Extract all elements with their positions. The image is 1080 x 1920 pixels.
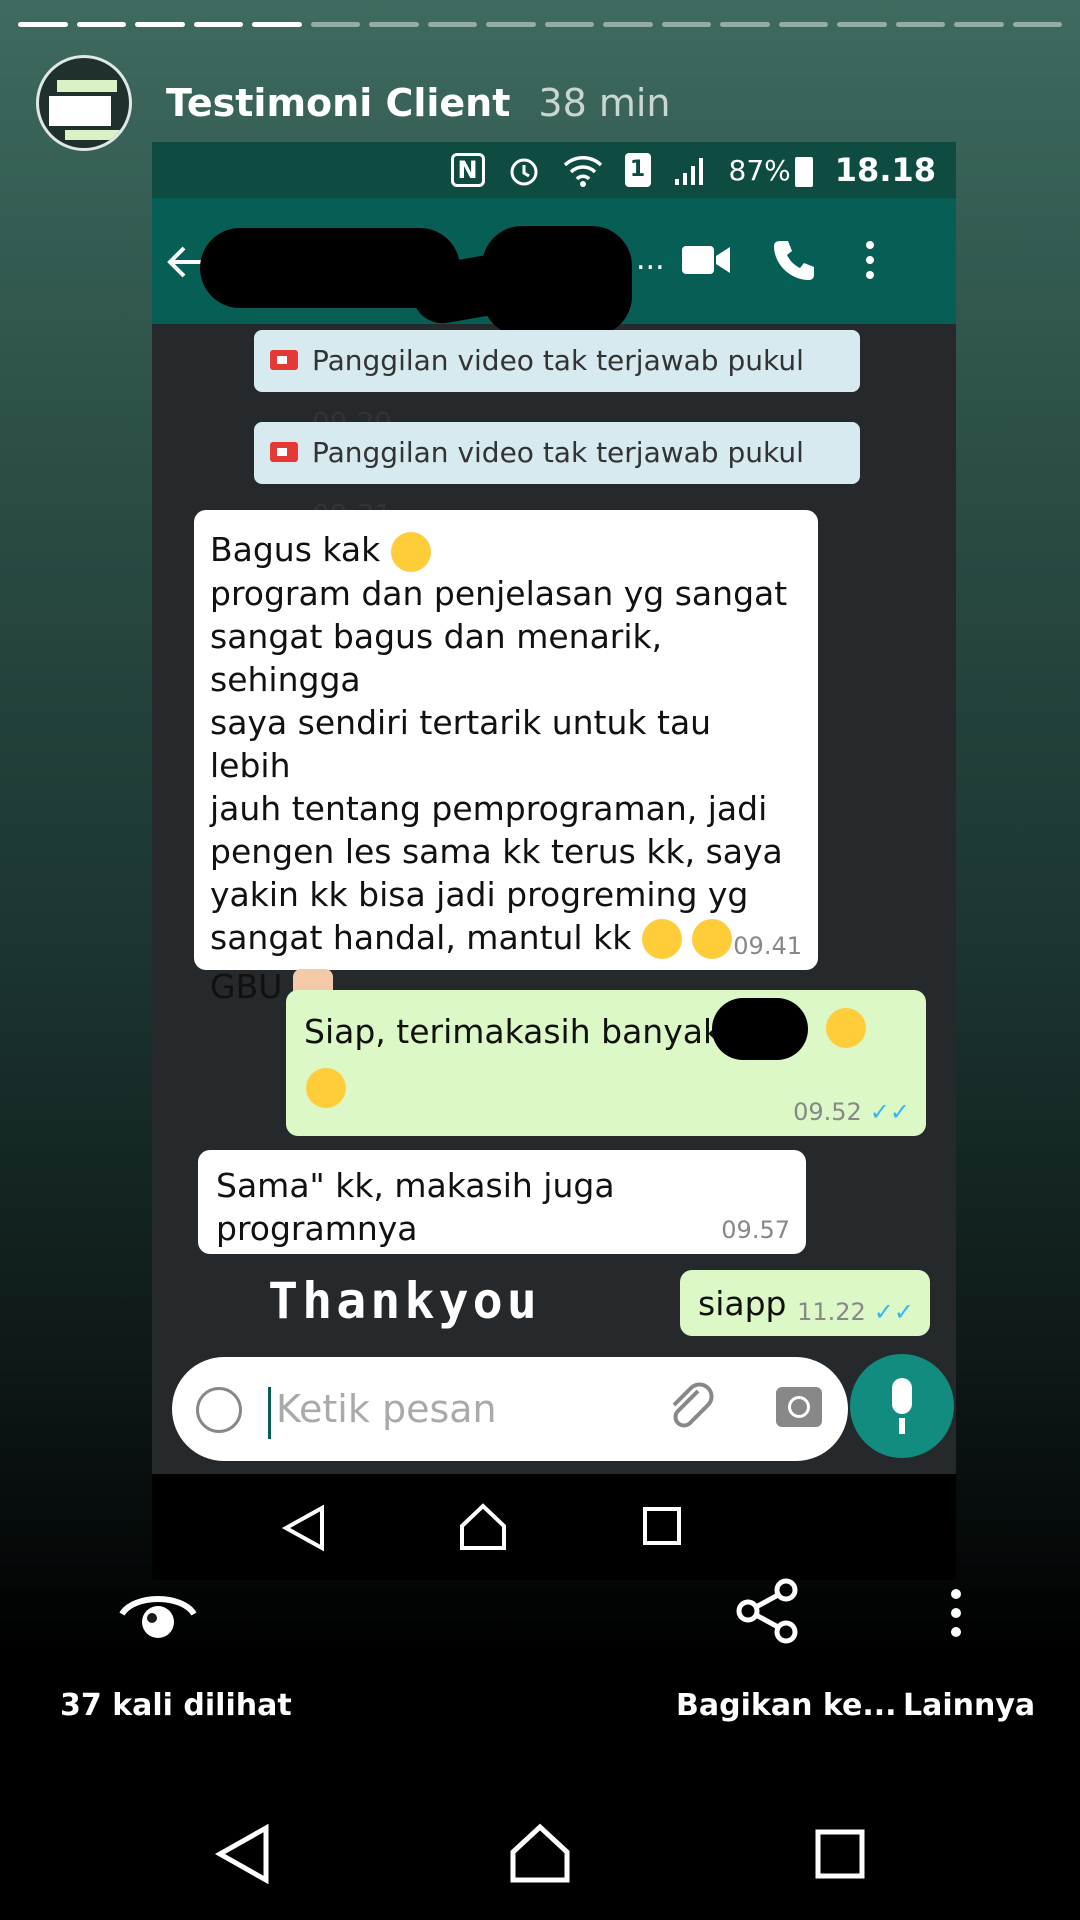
name-ellipsis: ... — [636, 242, 665, 277]
redacted-name — [712, 998, 808, 1060]
thumbs-up-emoji-icon — [390, 531, 431, 572]
progress-segment — [135, 22, 185, 27]
missed-video-call-notice: Panggilan video tak terjawab pukul 09.29 — [254, 330, 860, 439]
message-line: Sama" kk, makasih juga programnya — [216, 1166, 615, 1248]
nav-home-icon[interactable] — [508, 1822, 572, 1884]
progress-segment — [720, 22, 770, 27]
chat-app-bar: ... — [152, 198, 956, 336]
battery-icon — [794, 156, 813, 187]
nav-recents-icon[interactable] — [814, 1828, 866, 1880]
message-time: 09.41 — [733, 932, 802, 960]
message-line: sangat handal, mantul kk — [210, 916, 802, 959]
progress-segment — [310, 22, 360, 27]
smiling-emoji-icon — [306, 1068, 346, 1108]
screenshot-nav-bar — [152, 1474, 956, 1580]
read-ticks-icon: ✓✓ — [869, 1098, 910, 1126]
microphone-button[interactable] — [850, 1354, 954, 1458]
outgoing-message: siapp 11.22 ✓✓ — [680, 1270, 930, 1336]
share-button[interactable]: Bagikan ke... — [676, 1688, 897, 1723]
message-line: program dan penjelasan yg sangat — [210, 573, 788, 613]
incoming-message: Bagus kak program dan penjelasan yg sang… — [194, 510, 818, 1009]
outgoing-message: Siap, terimakasih banyak 09.52 ✓✓ — [286, 990, 926, 1136]
missed-video-call-notice: Panggilan video tak terjawab pukul 09.31 — [254, 422, 860, 531]
clock: 18.18 — [834, 151, 936, 189]
text-caret — [268, 1387, 271, 1439]
phone-status-bar: N 1 87% 18.18 — [152, 142, 956, 198]
progress-segment — [954, 22, 1004, 27]
nfc-icon: N — [450, 153, 485, 187]
progress-segment — [895, 22, 945, 27]
battery-indicator: 87% — [729, 154, 813, 187]
more-options-icon[interactable] — [950, 1588, 962, 1638]
progress-segment — [76, 22, 126, 27]
message-line: pengen les sama kk terus kk, saya — [210, 831, 783, 871]
message-line: Bagus kak — [210, 528, 802, 572]
avatar[interactable] — [36, 55, 132, 151]
progress-segment — [544, 22, 594, 27]
views-eye-icon[interactable] — [118, 1586, 198, 1642]
story-overlay-text: Thankyou — [268, 1272, 541, 1330]
message-line: saya sendiri tertarik untuk tau lebih — [210, 702, 712, 785]
smiling-halo-emoji-icon — [692, 919, 733, 959]
message-time: 09.57 — [721, 1216, 790, 1244]
message-time: 09.52 ✓✓ — [793, 1098, 910, 1126]
progress-segment — [778, 22, 828, 27]
back-triangle-icon — [282, 1504, 324, 1552]
attach-icon[interactable] — [666, 1381, 714, 1433]
chat-screenshot: N 1 87% 18.18 ... Panggilan video tak te… — [152, 142, 956, 1580]
story-title: Testimoni Client — [166, 81, 511, 125]
alarm-icon — [510, 158, 538, 186]
home-icon — [460, 1503, 506, 1550]
battery-percent: 87% — [728, 153, 791, 187]
progress-segment — [427, 22, 477, 27]
message-input-bar: Ketik pesan — [172, 1357, 848, 1461]
message-line: sangat bagus dan menarik, sehingga — [210, 616, 663, 699]
progress-segment — [193, 22, 243, 27]
microphone-icon — [892, 1378, 912, 1414]
message-line: yakin kk bisa jadi progreming yg — [210, 874, 749, 914]
story-header: Testimoni Client 38 min — [36, 55, 671, 151]
message-input[interactable]: Ketik pesan — [276, 1387, 497, 1431]
progress-segment — [603, 22, 653, 27]
more-button[interactable]: Lainnya — [903, 1688, 1035, 1723]
story-time: 38 min — [538, 81, 671, 125]
progress-segment — [18, 22, 68, 27]
message-time: 11.22 ✓✓ — [797, 1298, 914, 1326]
redacted-contact-name-3 — [482, 226, 632, 336]
incoming-message: Sama" kk, makasih juga programnya 09.57 — [198, 1150, 806, 1254]
progress-segment — [1012, 22, 1062, 27]
smiling-emoji-icon — [826, 1008, 866, 1048]
system-nav-bar — [0, 1800, 1080, 1920]
video-call-icon[interactable] — [682, 244, 732, 276]
sim-icon: 1 — [624, 153, 651, 187]
wifi-icon — [563, 156, 602, 187]
emoji-picker-icon[interactable] — [196, 1387, 242, 1433]
progress-segment — [661, 22, 711, 27]
missed-video-call-icon — [270, 350, 298, 370]
overflow-menu-icon[interactable] — [864, 240, 876, 280]
nav-back-icon[interactable] — [214, 1824, 270, 1884]
recents-icon — [643, 1507, 681, 1545]
signal-icon — [674, 158, 703, 185]
thumbs-up-emoji-icon — [641, 919, 682, 959]
progress-segment — [837, 22, 887, 27]
progress-segment — [486, 22, 536, 27]
view-count[interactable]: 37 kali dilihat — [60, 1688, 292, 1723]
story-progress-bar — [18, 22, 1062, 27]
share-icon[interactable] — [736, 1578, 800, 1644]
camera-icon[interactable] — [776, 1387, 822, 1427]
missed-video-call-icon — [270, 442, 298, 462]
progress-segment — [252, 22, 302, 27]
message-line: Siap, terimakasih banyak — [304, 1012, 723, 1051]
progress-segment — [369, 22, 419, 27]
phone-call-icon[interactable] — [772, 238, 816, 282]
message-line: jauh tentang pemprograman, jadi — [210, 788, 768, 828]
read-ticks-icon: ✓✓ — [873, 1298, 914, 1326]
